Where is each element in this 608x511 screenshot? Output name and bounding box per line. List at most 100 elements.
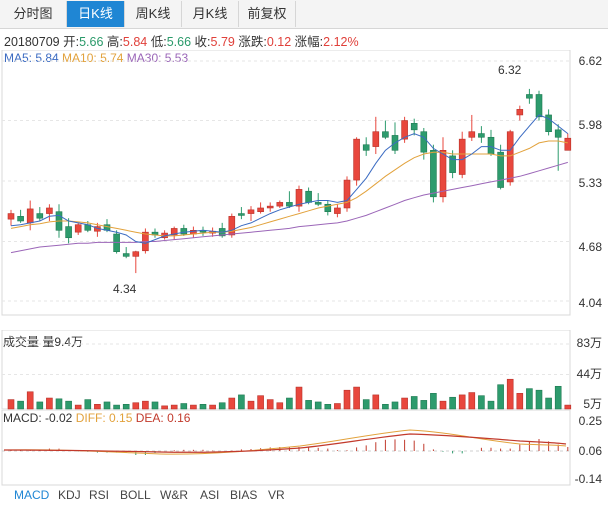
- candle-body: [526, 94, 533, 99]
- price-tick-4.68: 4.68: [578, 240, 602, 254]
- candle-body: [7, 213, 15, 220]
- volume-bar: [218, 402, 226, 410]
- info-high: 5.84: [122, 35, 148, 49]
- volume-bar: [439, 400, 447, 410]
- ohlc-info-bar: 20180709 开:5.66 高:5.84 低:5.66 收:5.79 涨跌:…: [4, 31, 359, 50]
- info-close: 5.79: [210, 35, 235, 49]
- volume-bar: [324, 404, 332, 410]
- volume-bar: [94, 404, 101, 410]
- volume-bar: [46, 397, 53, 410]
- info-change-label: 涨跌:: [238, 35, 267, 49]
- volume-bar: [554, 385, 562, 410]
- candle-body: [410, 123, 418, 131]
- candle-body: [372, 131, 380, 147]
- indicator-tab-wr[interactable]: W&R: [160, 488, 188, 502]
- volume-bar: [161, 405, 168, 410]
- volume-bar: [295, 386, 303, 410]
- candle-body: [564, 137, 572, 151]
- candle-body: [497, 151, 504, 188]
- volume-bar: [564, 404, 572, 410]
- volume-bar: [468, 392, 476, 410]
- info-low: 5.66: [166, 35, 192, 49]
- volume-tick-44: 44万: [576, 367, 602, 381]
- candle-body: [420, 131, 428, 153]
- volume-bar: [170, 404, 178, 410]
- candle-body: [257, 207, 264, 212]
- volume-bar: [17, 400, 24, 410]
- indicator-tab-boll[interactable]: BOLL: [120, 488, 151, 502]
- volume-bar: [286, 397, 293, 410]
- volume-bar: [506, 378, 514, 410]
- candle-body: [458, 138, 466, 175]
- indicator-tab-macd[interactable]: MACD: [14, 488, 49, 502]
- candle-body: [305, 190, 312, 203]
- info-date: 20180709: [4, 35, 60, 49]
- tab-weekly-k[interactable]: 周K线: [125, 1, 182, 27]
- macd-tick-0.25: 0.25: [578, 414, 602, 428]
- ma10-line: [10, 140, 568, 237]
- volume-bar: [497, 384, 504, 410]
- price-max-label: 6.32: [498, 63, 522, 77]
- info-low-label: 低:: [150, 35, 167, 49]
- tab-intraday[interactable]: 分时图: [0, 1, 67, 27]
- candle-body: [228, 216, 236, 236]
- volume-bar: [7, 399, 15, 410]
- tab-forward-adjusted[interactable]: 前复权: [239, 1, 296, 27]
- volume-bar: [113, 404, 120, 410]
- volume-bar: [372, 394, 380, 410]
- macd-chart: [1, 410, 571, 486]
- candle-body: [247, 209, 255, 214]
- volume-bar: [391, 401, 399, 410]
- price-tick-5.98: 5.98: [578, 118, 602, 132]
- info-pct-label: 涨幅:: [294, 35, 324, 49]
- indicator-tab-bias[interactable]: BIAS: [230, 488, 257, 502]
- volume-bar: [478, 395, 485, 410]
- volume-bar: [199, 404, 207, 410]
- volume-bar: [314, 401, 322, 410]
- candle-body: [362, 144, 370, 151]
- volume-bar: [343, 389, 351, 410]
- volume-bar: [535, 389, 543, 410]
- volume-bar: [362, 399, 370, 410]
- info-change: 0.12: [266, 35, 292, 49]
- info-open: 5.66: [79, 35, 104, 49]
- volume-bar: [103, 401, 111, 410]
- volume-plot-frame: [1, 330, 571, 410]
- candle-body: [238, 213, 245, 216]
- info-pct: 2.12%: [323, 35, 359, 49]
- volume-bar: [180, 403, 188, 410]
- volume-tick-83: 83万: [576, 336, 602, 350]
- tab-monthly-k[interactable]: 月K线: [182, 1, 239, 27]
- candle-body: [343, 179, 351, 209]
- candle-body: [314, 202, 322, 205]
- candle-body: [535, 94, 543, 118]
- volume-bar: [305, 400, 312, 410]
- candle-body: [74, 224, 82, 233]
- volume-bar: [132, 402, 140, 410]
- volume-bar: [401, 397, 408, 410]
- volume-bar: [238, 394, 245, 410]
- indicator-tab-vr[interactable]: VR: [268, 488, 285, 502]
- info-open-label: 开:: [63, 35, 80, 49]
- indicator-tab-asi[interactable]: ASI: [200, 488, 219, 502]
- candle-body: [382, 131, 389, 138]
- candle-body: [506, 131, 514, 183]
- candle-body: [46, 207, 53, 214]
- volume-bar-chart: [1, 330, 572, 410]
- indicator-tab-rsi[interactable]: RSI: [89, 488, 109, 502]
- candle-body: [430, 150, 437, 198]
- volume-bar: [410, 396, 418, 410]
- candle-body: [516, 109, 524, 116]
- price-tick-4.04: 4.04: [578, 296, 602, 310]
- volume-bar: [122, 404, 130, 410]
- volume-bar: [430, 393, 437, 410]
- volume-bar: [458, 394, 466, 410]
- macd-tick-0.06: 0.06: [578, 444, 602, 458]
- candle-body: [17, 216, 24, 222]
- volume-bar: [526, 388, 533, 410]
- tab-daily-k[interactable]: 日K线: [67, 1, 125, 27]
- price-tick-5.33: 5.33: [578, 176, 602, 190]
- indicator-tab-kdj[interactable]: KDJ: [58, 488, 81, 502]
- volume-bar: [142, 400, 149, 410]
- price-min-label: 4.34: [113, 282, 137, 296]
